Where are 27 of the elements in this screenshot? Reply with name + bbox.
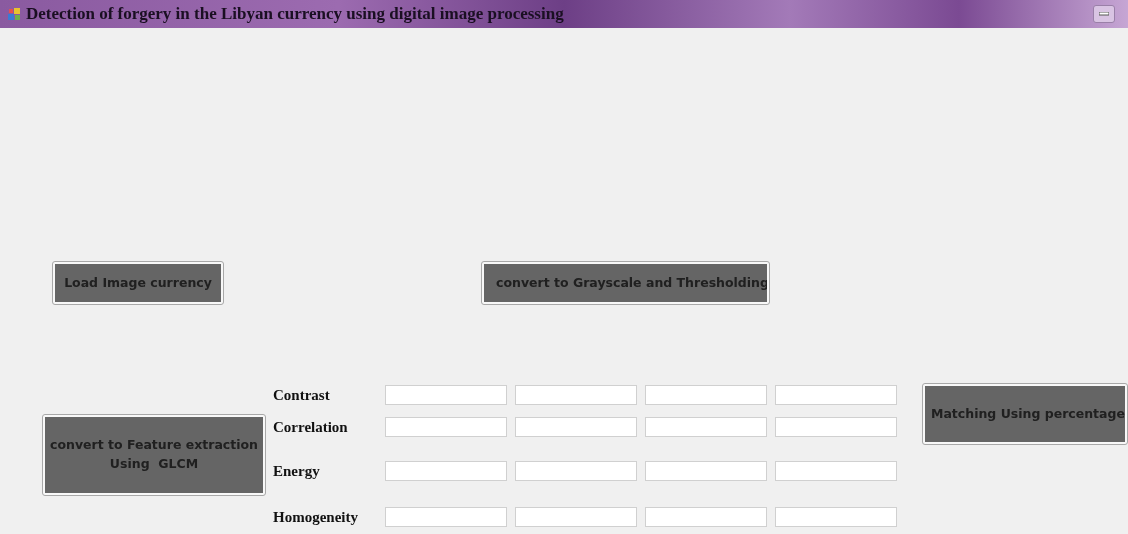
- feature-label: Energy: [273, 461, 321, 481]
- input-field[interactable]: [385, 461, 507, 481]
- input-field[interactable]: [515, 507, 637, 527]
- feature-label: Correlation: [273, 417, 349, 437]
- input-field[interactable]: [775, 385, 897, 405]
- feature-extraction-button[interactable]: convert to Feature extraction Using GLCM: [43, 415, 265, 495]
- input-field[interactable]: [515, 417, 637, 437]
- feature-label: Contrast: [273, 385, 331, 405]
- app-icon: [8, 7, 21, 21]
- minimize-button[interactable]: [1093, 5, 1115, 23]
- input-field[interactable]: [515, 461, 637, 481]
- input-field[interactable]: [775, 461, 897, 481]
- input-field[interactable]: [645, 461, 767, 481]
- input-field[interactable]: [385, 417, 507, 437]
- feature-label: Homogeneity: [273, 507, 359, 527]
- load-image-button[interactable]: Load Image currency: [53, 262, 223, 304]
- minimize-icon: [1099, 12, 1109, 16]
- input-field[interactable]: [645, 417, 767, 437]
- input-field[interactable]: [775, 417, 897, 437]
- input-field[interactable]: [385, 385, 507, 405]
- input-field[interactable]: [515, 385, 637, 405]
- input-field[interactable]: [775, 507, 897, 527]
- input-field[interactable]: [645, 385, 767, 405]
- input-field[interactable]: [385, 507, 507, 527]
- window-title: Detection of forgery in the Libyan currency using digital image processing: [26, 3, 564, 26]
- matching-button[interactable]: Matching Using percentage: [923, 384, 1127, 444]
- input-field[interactable]: [645, 507, 767, 527]
